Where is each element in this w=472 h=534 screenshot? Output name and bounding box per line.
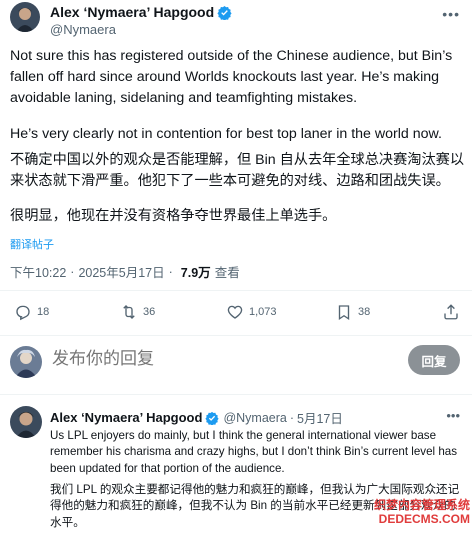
reply-header: Alex ‘Nymaera’ Hapgood @Nymaera · 5月17日 [50,408,343,427]
watermark: 织梦内容管理系统 DEDECMS.COM [374,498,470,526]
repost-count: 36 [143,306,156,318]
watermark-line-2: DEDECMS.COM [378,512,470,526]
verified-badge-icon [217,5,232,20]
divider [0,394,472,395]
post-text-paragraph: 不确定中国以外的观众是否能理解，但 Bin 自从去年全球总决赛淘汰赛以来状态就下… [10,152,465,189]
post-date[interactable]: 2025年5月17日 [78,262,164,281]
post-text-paragraph: He’s very clearly not in contention for … [10,126,442,142]
reply-icon [16,305,30,321]
share-icon [444,304,458,320]
reply-input[interactable] [52,349,382,369]
share-button[interactable] [442,303,460,321]
translate-post-link[interactable]: 翻译帖子 [10,236,54,252]
like-count: 1,073 [249,306,277,318]
bookmark-button[interactable]: 38 [335,303,370,321]
reply-date[interactable]: 5月17日 [297,408,343,427]
reply-author-avatar[interactable] [10,406,42,438]
meta-separator: · [168,264,173,279]
views-label: 查看 [214,266,240,280]
reply-author-name[interactable]: Alex ‘Nymaera’ Hapgood [50,410,202,425]
action-bar: 18 36 1,073 38 [0,300,472,326]
current-user-avatar[interactable] [10,346,42,378]
views-count: 7.9万 [180,266,211,280]
author-handle[interactable]: @Nymaera [50,21,232,38]
reply-text-english: Us LPL enjoyers do mainly, but I think t… [50,429,458,475]
like-button[interactable]: 1,073 [226,303,277,321]
post-time[interactable]: 下午10:22 [10,262,66,281]
repost-button[interactable]: 36 [120,303,155,321]
reply-button[interactable]: 18 [14,303,49,321]
author-name[interactable]: Alex ‘Nymaera’ Hapgood [50,4,232,20]
divider [0,335,472,336]
watermark-line-1: 织梦内容管理系统 [373,498,470,512]
more-options-icon[interactable]: ••• [442,6,460,22]
meta-separator: · [70,264,75,279]
divider [0,290,472,291]
post-text-paragraph: 很明显，他现在并没有资格争夺世界最佳上单选手。 [10,208,337,224]
reply-author-handle[interactable]: @Nymaera [223,411,286,425]
post-text-paragraph: Not sure this has registered outside of … [10,48,453,106]
verified-badge-icon [205,411,220,425]
repost-icon [123,305,135,319]
author-name-text[interactable]: Alex ‘Nymaera’ Hapgood [50,4,214,20]
reply-submit-button[interactable]: 回复 [408,345,460,375]
post-metadata: 下午10:22 · 2025年5月17日 · 7.9万 查看 [10,262,240,281]
bookmark-icon [338,305,350,321]
reply-count: 18 [37,306,50,318]
heart-icon [227,305,243,319]
more-options-icon[interactable]: ••• [446,408,460,423]
meta-separator: · [289,410,295,425]
reply-composer: 回复 [0,340,472,388]
bookmark-count: 38 [358,306,371,318]
author-avatar[interactable] [10,2,40,32]
